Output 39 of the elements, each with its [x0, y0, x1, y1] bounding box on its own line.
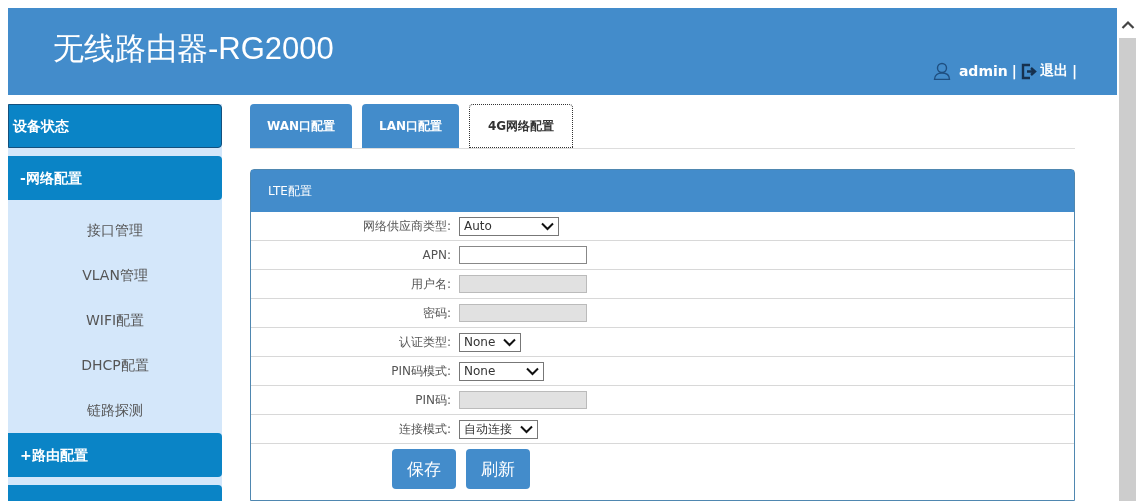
- tab[interactable]: 4G网络配置: [469, 104, 574, 148]
- select-field[interactable]: Auto: [459, 216, 559, 236]
- chevron-icon: [526, 366, 539, 376]
- field-label: PIN码:: [414, 391, 451, 409]
- panel-title: LTE配置: [251, 170, 1074, 212]
- sidebar-item[interactable]: DHCP配置: [8, 343, 222, 388]
- chevron-icon: [503, 337, 517, 347]
- sidebar-section[interactable]: +路由配置: [8, 433, 222, 477]
- field-label: 认证类型:: [397, 333, 451, 351]
- sidebar-item[interactable]: 链路探测: [8, 388, 222, 433]
- sidebar-item[interactable]: WIFI配置: [8, 298, 222, 343]
- scroll-up-icon[interactable]: [1120, 20, 1135, 30]
- field-label: 密码:: [421, 304, 451, 322]
- separator: |: [1011, 63, 1017, 79]
- action-button[interactable]: 刷新: [466, 449, 530, 489]
- field-label: 网络供应商类型:: [361, 217, 451, 235]
- chevron-icon: [520, 424, 533, 434]
- field-label: 连接模式:: [397, 420, 451, 438]
- logout-link[interactable]: 退出: [1020, 62, 1068, 80]
- tab[interactable]: WAN口配置: [250, 104, 353, 148]
- input-field[interactable]: [459, 246, 587, 264]
- action-button[interactable]: 保存: [392, 449, 456, 489]
- username: admin: [958, 63, 1008, 79]
- chevron-icon: [541, 221, 554, 231]
- field-label: 用户名:: [409, 275, 451, 293]
- tab[interactable]: LAN口配置: [362, 104, 459, 148]
- field-label: APN:: [421, 248, 451, 262]
- sidebar-section[interactable]: 设备状态: [8, 104, 222, 148]
- logout-icon: [1020, 62, 1038, 80]
- app-title: 无线路由器-RG2000: [52, 30, 334, 68]
- select-field[interactable]: None: [459, 361, 544, 381]
- select-field[interactable]: 自动连接: [459, 419, 538, 439]
- sidebar-section[interactable]: -网络配置: [8, 156, 222, 200]
- separator: |: [1071, 63, 1077, 79]
- sidebar-item[interactable]: VLAN管理: [8, 253, 222, 298]
- sidebar-item[interactable]: 接口管理: [8, 208, 222, 253]
- field-label: PIN码模式:: [390, 362, 451, 380]
- select-field[interactable]: None: [459, 332, 522, 352]
- user-icon: [932, 62, 951, 80]
